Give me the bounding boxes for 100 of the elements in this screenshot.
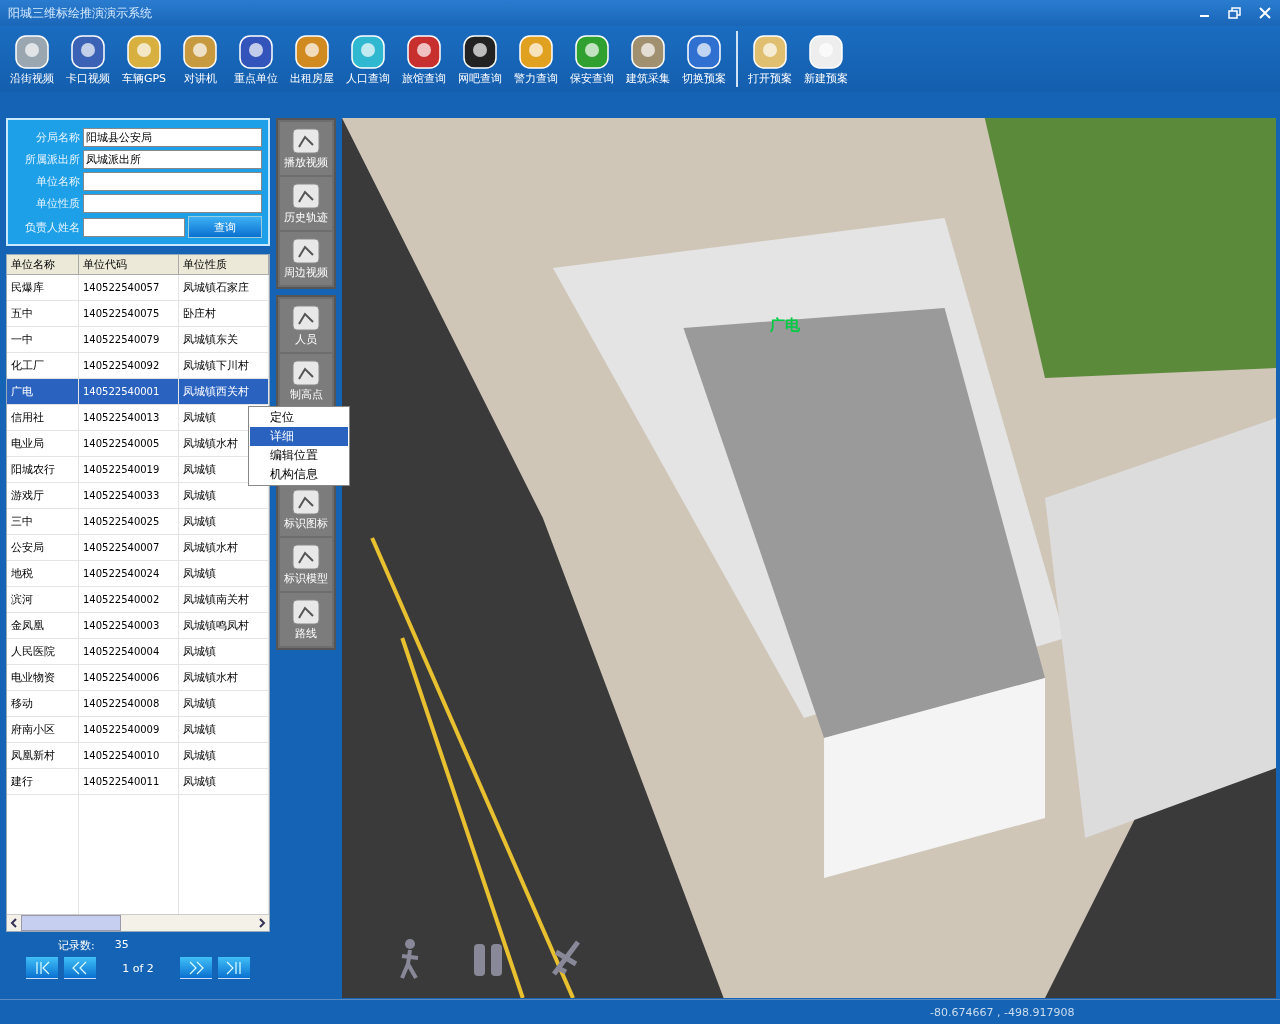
tool-icon <box>291 598 321 626</box>
input-field[interactable] <box>83 194 262 213</box>
table-cell: 广电 <box>7 379 79 404</box>
side-tool-button[interactable]: 标识模型 <box>280 538 332 591</box>
table-cell: 建行 <box>7 769 79 794</box>
table-cell: 公安局 <box>7 535 79 560</box>
table-cell: 140522540013 <box>79 405 179 430</box>
table-row[interactable]: 金凤凰 140522540003 凤城镇鸣凤村 <box>7 613 269 639</box>
toolbar-button[interactable]: 建筑采集 <box>620 32 676 86</box>
table-cell: 140522540024 <box>79 561 179 586</box>
tool-icon <box>751 32 789 71</box>
menu-item[interactable]: 详细 <box>250 427 348 446</box>
horizontal-scrollbar[interactable] <box>7 914 269 931</box>
previous-page-button[interactable] <box>64 957 96 979</box>
column-header[interactable]: 单位性质 <box>179 255 269 275</box>
maximize-icon[interactable] <box>1228 7 1242 19</box>
page-indicator: 1 of 2 <box>121 961 155 975</box>
table-row[interactable]: 地税 140522540024 凤城镇 <box>7 561 269 587</box>
table-cell: 凤城镇 <box>179 561 269 586</box>
side-tool-button[interactable]: 播放视频 <box>280 122 332 175</box>
tool-icon <box>629 32 667 71</box>
side-tool-button[interactable]: 路线 <box>280 593 332 646</box>
toolbar-button[interactable]: 警力查询 <box>508 32 564 86</box>
first-page-button[interactable] <box>26 957 58 979</box>
column-header[interactable]: 单位代码 <box>79 255 179 275</box>
toolbar-button[interactable]: 重点单位 <box>228 32 284 86</box>
toolbar-button[interactable]: 保安查询 <box>564 32 620 86</box>
table-cell: 信用社 <box>7 405 79 430</box>
toolbar-button[interactable]: 旅馆查询 <box>396 32 452 86</box>
map-label: 广电 <box>770 316 800 335</box>
toolbar-button[interactable]: 网吧查询 <box>452 32 508 86</box>
table-row[interactable]: 凤凰新村 140522540010 凤城镇 <box>7 743 269 769</box>
table-cell: 140522540004 <box>79 639 179 664</box>
table-row[interactable]: 民爆库 140522540057 凤城镇石家庄 <box>7 275 269 301</box>
table-cell: 140522540011 <box>79 769 179 794</box>
table-row[interactable]: 三中 140522540025 凤城镇 <box>7 509 269 535</box>
table-cell: 地税 <box>7 561 79 586</box>
tool-icon <box>291 182 321 210</box>
input-field[interactable]: 阳城县公安局 <box>83 128 262 147</box>
side-tool-button[interactable]: 人员 <box>280 299 332 352</box>
tool-icon <box>69 32 107 71</box>
table-cell: 金凤凰 <box>7 613 79 638</box>
table-cell: 140522540025 <box>79 509 179 534</box>
side-tool-button[interactable]: 周边视频 <box>280 232 332 285</box>
table-cell: 140522540075 <box>79 301 179 326</box>
table-row[interactable]: 一中 140522540079 凤城镇东关 <box>7 327 269 353</box>
table-row[interactable]: 公安局 140522540007 凤城镇水村 <box>7 535 269 561</box>
table-cell: 凤城镇下川村 <box>179 353 269 378</box>
toolbar-button[interactable]: 卡口视频 <box>60 32 116 86</box>
table-row[interactable]: 五中 140522540075 卧庄村 <box>7 301 269 327</box>
table-row[interactable]: 滨河 140522540002 凤城镇南关村 <box>7 587 269 613</box>
tool-icon <box>237 32 275 71</box>
side-tool-button[interactable]: 制高点 <box>280 354 332 407</box>
tool-icon <box>13 32 51 71</box>
toolbar-button[interactable]: 新建预案 <box>798 32 854 86</box>
table-row[interactable]: 电业物资 140522540006 凤城镇水村 <box>7 665 269 691</box>
next-page-button[interactable] <box>180 957 212 979</box>
table-cell: 凤城镇南关村 <box>179 587 269 612</box>
table-cell: 凤城镇 <box>179 717 269 742</box>
close-icon[interactable] <box>1258 7 1272 19</box>
table-cell: 凤城镇石家庄 <box>179 275 269 300</box>
toolbar-button[interactable]: 出租房屋 <box>284 32 340 86</box>
toolbar-button[interactable]: 打开预案 <box>742 32 798 86</box>
table-row[interactable]: 建行 140522540011 凤城镇 <box>7 769 269 795</box>
table-cell: 140522540003 <box>79 613 179 638</box>
table-row[interactable]: 府南小区 140522540009 凤城镇 <box>7 717 269 743</box>
side-tool-button[interactable]: 历史轨迹 <box>280 177 332 230</box>
table-cell: 凤凰新村 <box>7 743 79 768</box>
table-cell: 凤城镇水村 <box>179 665 269 690</box>
record-count-label: 记录数: <box>58 938 95 953</box>
toolbar-button[interactable]: 切换预案 <box>676 32 732 86</box>
column-header[interactable]: 单位名称 <box>7 255 79 275</box>
toolbar-button[interactable]: 人口查询 <box>340 32 396 86</box>
table-cell: 凤城镇 <box>179 769 269 794</box>
table-cell: 140522540079 <box>79 327 179 352</box>
input-field[interactable]: 凤城派出所 <box>83 150 262 169</box>
table-cell: 民爆库 <box>7 275 79 300</box>
last-page-button[interactable] <box>218 957 250 979</box>
table-cell: 140522540008 <box>79 691 179 716</box>
input-field[interactable] <box>83 172 262 191</box>
toolbar-button[interactable]: 对讲机 <box>172 32 228 86</box>
table-cell: 凤城镇 <box>179 691 269 716</box>
toolbar-button[interactable]: 车辆GPS <box>116 32 172 86</box>
tool-icon <box>291 543 321 571</box>
table-cell: 凤城镇 <box>179 639 269 664</box>
side-tool-button[interactable]: 标识图标 <box>280 483 332 536</box>
toolbar-button[interactable]: 沿街视频 <box>4 32 60 86</box>
table-cell: 140522540092 <box>79 353 179 378</box>
field-label: 单位名称 <box>35 174 80 189</box>
table-cell: 凤城镇西关村 <box>179 379 269 404</box>
table-row[interactable]: 广电 140522540001 凤城镇西关村 <box>7 379 269 405</box>
table-cell: 游戏厅 <box>7 483 79 508</box>
table-row[interactable]: 人民医院 140522540004 凤城镇 <box>7 639 269 665</box>
tool-icon <box>461 32 499 71</box>
city-scene-drawing[interactable] <box>342 118 1276 998</box>
table-row[interactable]: 移动 140522540008 凤城镇 <box>7 691 269 717</box>
field-label: 负责人姓名 <box>24 219 80 235</box>
input-field[interactable] <box>83 217 185 237</box>
table-cell: 凤城镇 <box>179 743 269 768</box>
tool-icon <box>807 32 845 71</box>
